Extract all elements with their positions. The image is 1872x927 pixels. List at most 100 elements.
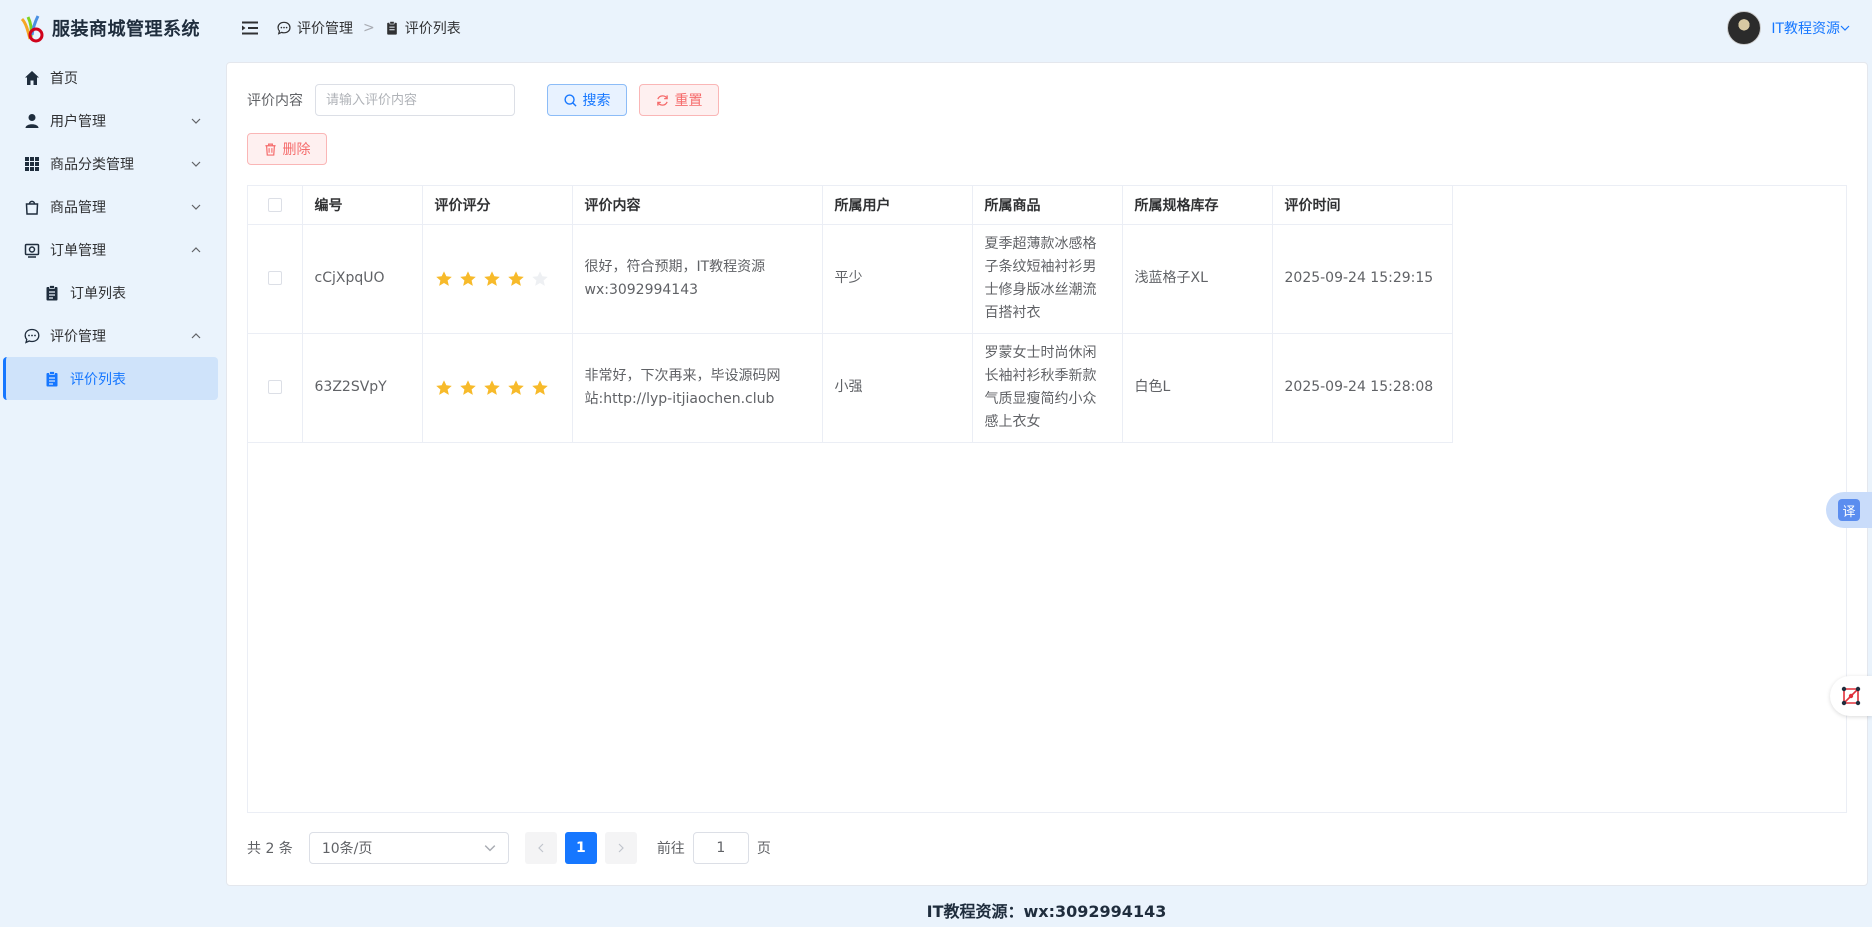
star-filled-icon — [435, 379, 452, 395]
app-logo[interactable]: 服装商城管理系统 — [0, 0, 221, 56]
breadcrumb-item-review-management[interactable]: 评价管理 — [277, 18, 353, 38]
footer: IT教程资源：wx:3092994143 — [221, 892, 1872, 927]
chevron-up-icon — [191, 246, 201, 252]
table-row[interactable]: 63Z2SVpY 非常好，下次再来，毕设源码网站:http://lyp-itji… — [248, 333, 1453, 443]
search-button-label: 搜索 — [582, 93, 611, 109]
translate-widget-button[interactable]: 译 — [1826, 492, 1872, 528]
sidebar-item-label: 商品分类管理 — [50, 156, 134, 173]
column-header: 编号 — [302, 186, 423, 225]
row-checkbox[interactable] — [267, 271, 282, 285]
avatar — [1727, 11, 1762, 45]
breadcrumb-current-label: 评价列表 — [404, 21, 461, 37]
review-content-search-input[interactable] — [315, 84, 515, 116]
app-title: 服装商城管理系统 — [52, 19, 200, 40]
user-icon — [24, 113, 40, 129]
sidebar-item-label: 评价管理 — [50, 328, 106, 345]
page-size-value: 10条/页 — [321, 841, 373, 857]
sidebar: 服装商城管理系统 首页 用户管理 商品分类管理 商品管理 订单管理 订单列表 评… — [0, 0, 221, 927]
delete-button-label: 删除 — [282, 142, 311, 158]
cell-id: 63Z2SVpY — [302, 333, 423, 443]
chat-icon — [277, 21, 291, 35]
goto-page-input[interactable] — [692, 832, 749, 864]
main-card: 评价内容 搜索 重置 删除 编号 评价评分 评价内容 — [226, 62, 1868, 886]
clipboard-icon — [44, 284, 60, 301]
chat-icon — [24, 328, 40, 344]
prev-page-button[interactable] — [524, 832, 557, 864]
sidebar-item-home[interactable]: 首页 — [0, 56, 221, 99]
review-table: 编号 评价评分 评价内容 所属用户 所属商品 所属规格库存 评价时间 cCjXp… — [247, 185, 1847, 813]
logo-icon — [20, 15, 44, 43]
search-form: 评价内容 搜索 重置 — [247, 84, 719, 116]
user-menu[interactable]: IT教程资源 — [1727, 11, 1850, 45]
breadcrumb: 评价管理 > 评价列表 — [277, 18, 461, 38]
select-all-checkbox[interactable] — [267, 197, 282, 212]
column-header: 所属商品 — [972, 186, 1123, 225]
network-icon — [1841, 686, 1861, 706]
star-filled-icon — [435, 270, 452, 286]
goto-label: 前往 — [656, 841, 685, 857]
footer-text: IT教程资源：wx:3092994143 — [926, 901, 1167, 921]
sidebar-item-label: 首页 — [50, 70, 78, 87]
page-number-button[interactable]: 1 — [564, 832, 597, 864]
star-filled-icon — [459, 270, 476, 286]
sidebar-item-label: 用户管理 — [50, 113, 106, 130]
home-icon — [24, 70, 40, 86]
cell-time: 2025-09-24 15:28:08 — [1272, 333, 1453, 443]
menu-toggle-icon[interactable] — [241, 21, 259, 35]
clipboard-icon — [44, 370, 60, 387]
chevron-down-icon — [1840, 25, 1850, 31]
pagination: 共 2 条 10条/页 1 前往 页 — [247, 832, 771, 864]
pagination-total: 共 2 条 — [247, 841, 293, 857]
column-header: 所属用户 — [822, 186, 973, 225]
grid-icon — [24, 156, 40, 172]
chevron-right-icon — [618, 843, 624, 853]
row-checkbox[interactable] — [267, 380, 282, 394]
sidebar-item-order-list[interactable]: 订单列表 — [0, 271, 221, 314]
sidebar-item-product-management[interactable]: 商品管理 — [0, 185, 221, 228]
sidebar-item-review-management[interactable]: 评价管理 — [0, 314, 221, 357]
column-header: 评价评分 — [422, 186, 573, 225]
star-filled-icon — [459, 379, 476, 395]
chevron-up-icon — [191, 332, 201, 338]
order-icon — [24, 242, 40, 258]
cell-user: 小强 — [822, 333, 973, 443]
page-size-select[interactable]: 10条/页 — [308, 832, 509, 864]
breadcrumb-item-review-list: 评价列表 — [385, 18, 461, 38]
table-row[interactable]: cCjXpqUO 很好，符合预期，IT教程资源wx:3092994143 平少 … — [248, 224, 1453, 334]
star-empty-icon — [531, 270, 548, 286]
sidebar-item-order-management[interactable]: 订单管理 — [0, 228, 221, 271]
cell-id: cCjXpqUO — [302, 224, 423, 334]
chevron-down-icon — [484, 845, 496, 852]
table-header-row: 编号 评价评分 评价内容 所属用户 所属商品 所属规格库存 评价时间 — [248, 186, 1453, 225]
cell-spec: 白色L — [1122, 333, 1273, 443]
cell-product: 罗蒙女士时尚休闲长袖衬衫秋季新款气质显瘦简约小众感上衣女 — [972, 333, 1123, 443]
cell-user: 平少 — [822, 224, 973, 334]
user-name: IT教程资源 — [1771, 21, 1840, 37]
rating-stars — [435, 379, 560, 397]
chevron-left-icon — [537, 843, 544, 853]
search-label: 评价内容 — [247, 93, 303, 109]
breadcrumb-separator-icon: > — [363, 20, 375, 36]
shopping-bag-icon — [24, 199, 40, 215]
search-button[interactable]: 搜索 — [547, 84, 627, 116]
search-icon — [563, 93, 577, 107]
next-page-button[interactable] — [604, 832, 637, 864]
star-filled-icon — [483, 379, 500, 395]
cell-content: 非常好，下次再来，毕设源码网站:http://lyp-itjiaochen.cl… — [572, 333, 823, 443]
page-unit-label: 页 — [756, 841, 771, 857]
sidebar-item-review-list[interactable]: 评价列表 — [3, 357, 218, 400]
cell-content: 很好，符合预期，IT教程资源wx:3092994143 — [572, 224, 823, 334]
sidebar-item-label: 商品管理 — [50, 199, 106, 216]
delete-button[interactable]: 删除 — [247, 133, 327, 165]
column-header: 所属规格库存 — [1122, 186, 1273, 225]
reset-button[interactable]: 重置 — [639, 84, 719, 116]
network-widget-button[interactable] — [1830, 676, 1872, 716]
sidebar-item-user-management[interactable]: 用户管理 — [0, 99, 221, 142]
chevron-down-icon — [191, 204, 201, 210]
sidebar-item-label: 评价列表 — [70, 371, 126, 388]
cell-product: 夏季超薄款冰感格子条纹短袖衬衫男士修身版冰丝潮流百搭衬衣 — [972, 224, 1123, 334]
sidebar-item-category-management[interactable]: 商品分类管理 — [0, 142, 221, 185]
sidebar-menu: 首页 用户管理 商品分类管理 商品管理 订单管理 订单列表 评价管理 评价列表 — [0, 56, 221, 400]
breadcrumb-parent-label: 评价管理 — [297, 21, 353, 37]
clipboard-icon — [386, 21, 397, 35]
